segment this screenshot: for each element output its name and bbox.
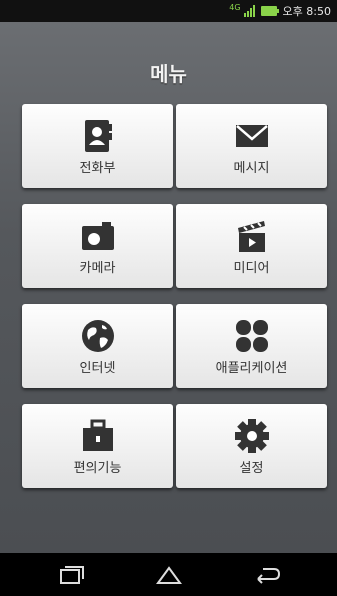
menu-item-internet[interactable]: 인터넷 — [22, 304, 173, 388]
menu-item-media[interactable]: 미디어 — [176, 204, 327, 288]
recent-apps-icon[interactable] — [56, 562, 86, 588]
menu-item-settings[interactable]: 설정 — [176, 404, 327, 488]
menu-item-camera[interactable]: 카메라 — [22, 204, 173, 288]
camera-icon — [81, 222, 114, 250]
navigation-bar — [0, 553, 337, 596]
contacts-icon — [84, 120, 112, 152]
clock: 오후 8:50 — [282, 5, 331, 18]
status-bar: 4G 오후 8:50 — [0, 0, 337, 22]
menu-item-messages[interactable]: 메시지 — [176, 104, 327, 188]
menu-item-label: 미디어 — [233, 261, 270, 276]
back-icon[interactable] — [252, 562, 282, 588]
signal-icon — [243, 5, 255, 17]
menu-item-label: 인터넷 — [79, 361, 116, 376]
clapperboard-icon — [237, 221, 265, 252]
menu-item-label: 편의기능 — [73, 461, 122, 476]
battery-icon — [260, 6, 279, 16]
menu-item-contacts[interactable]: 전화부 — [22, 104, 173, 188]
menu-item-applications[interactable]: 애플리케이션 — [176, 304, 327, 388]
menu-item-label: 전화부 — [79, 161, 116, 176]
menu-item-label: 카메라 — [79, 261, 116, 276]
menu-item-label: 애플리케이션 — [215, 361, 288, 376]
menu-screen: 메뉴 전화부 메시지 카메라 미디어 인터넷 애플리케이션 편의기능 설정 — [0, 22, 337, 553]
menu-item-label: 설정 — [239, 461, 264, 476]
home-icon[interactable] — [154, 562, 184, 588]
globe-icon — [81, 320, 114, 352]
menu-item-utilities[interactable]: 편의기능 — [22, 404, 173, 488]
toolbox-icon — [82, 419, 113, 451]
menu-item-label: 메시지 — [233, 161, 270, 176]
network-type: 4G — [229, 2, 241, 12]
gear-icon — [234, 419, 269, 453]
envelope-icon — [235, 125, 268, 147]
apps-icon — [235, 320, 268, 352]
page-title: 메뉴 — [150, 62, 187, 86]
